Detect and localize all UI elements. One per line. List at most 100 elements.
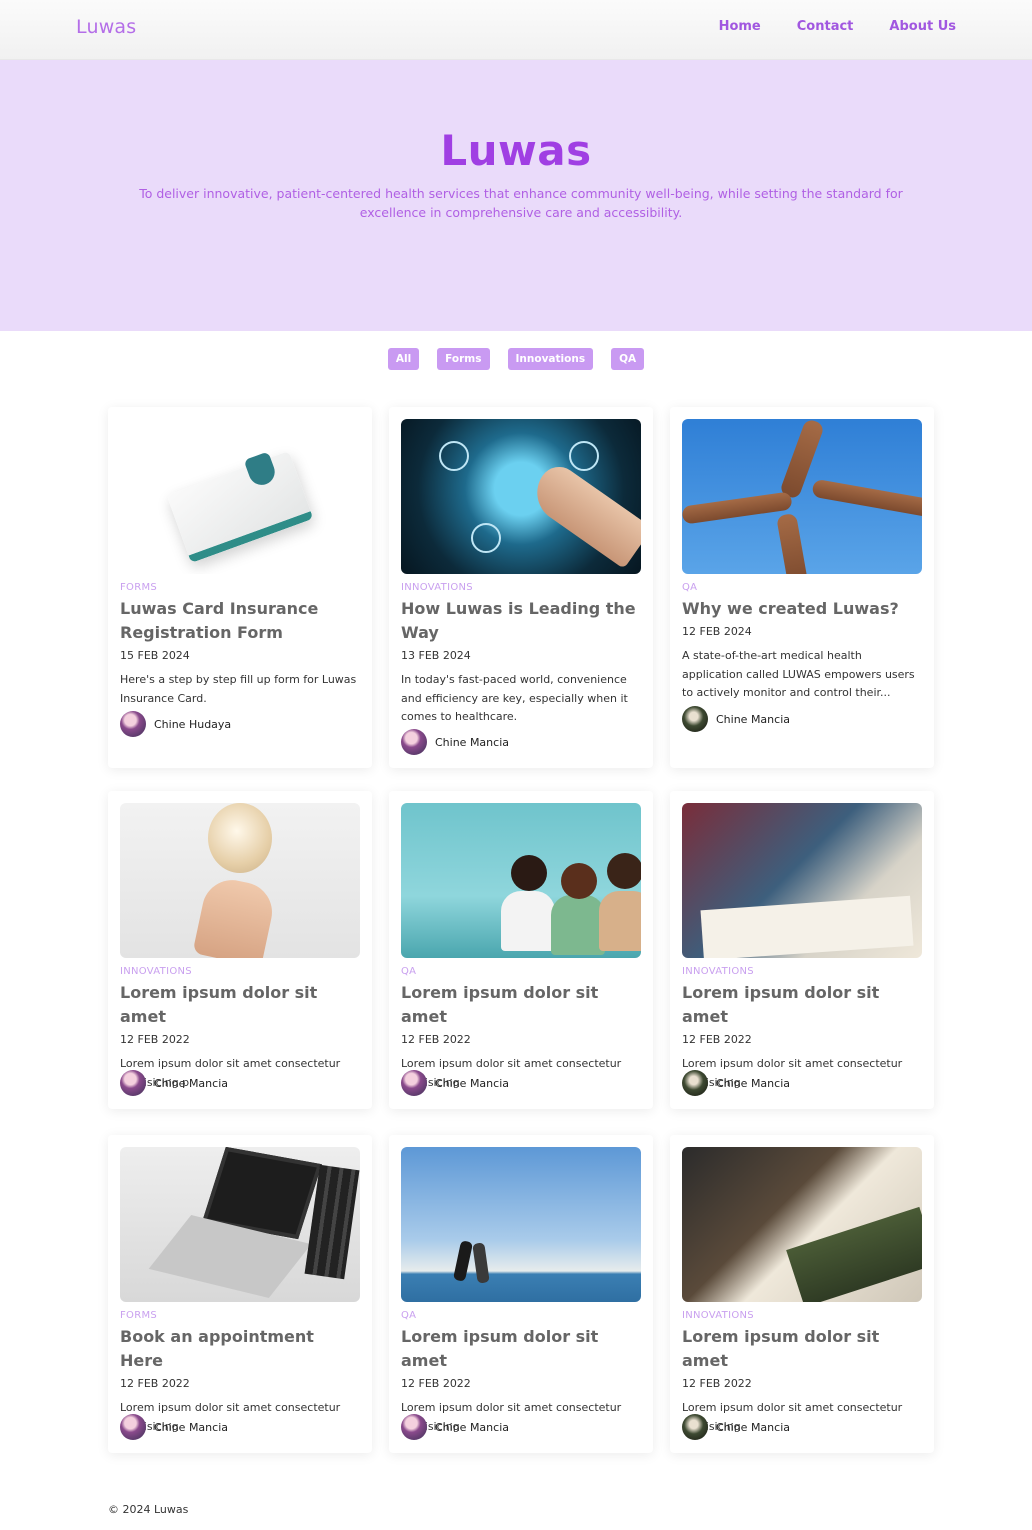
author-name: Chine Mancia: [154, 1420, 228, 1434]
post-card[interactable]: FORMS Book an appointment Here 12 FEB 20…: [108, 1135, 372, 1453]
post-author: Chine Mancia: [401, 1414, 509, 1440]
post-author: Chine Mancia: [120, 1070, 228, 1096]
post-category: QA: [682, 582, 698, 593]
nav-link-home[interactable]: Home: [719, 19, 761, 34]
post-card[interactable]: INNOVATIONS Lorem ipsum dolor sit amet 1…: [670, 791, 934, 1109]
women-laptop-image[interactable]: [401, 803, 641, 958]
post-card[interactable]: INNOVATIONS How Luwas is Leading the Way…: [389, 407, 653, 768]
filter-innovations-button[interactable]: Innovations: [507, 348, 594, 370]
post-card[interactable]: QA Lorem ipsum dolor sit amet 12 FEB 202…: [389, 791, 653, 1109]
beach-running-image[interactable]: [401, 1147, 641, 1302]
arm-graphic: [682, 491, 793, 525]
post-card[interactable]: FORMS Luwas Card Insurance Registration …: [108, 407, 372, 768]
post-title[interactable]: Why we created Luwas?: [682, 597, 922, 621]
post-category: FORMS: [120, 1310, 158, 1321]
circuit-board-image[interactable]: [682, 1147, 922, 1302]
post-title[interactable]: How Luwas is Leading the Way: [401, 597, 641, 645]
circuit-board-graphic: [786, 1206, 922, 1302]
post-category: QA: [401, 1310, 417, 1321]
avatar: [120, 1414, 146, 1440]
hero-subtitle: To deliver innovative, patient-centered …: [139, 186, 903, 220]
post-author: Chine Mancia: [682, 706, 790, 732]
runner-graphic: [472, 1242, 490, 1284]
avatar: [682, 1070, 708, 1096]
post-title[interactable]: Lorem ipsum dolor sit amet: [682, 981, 922, 1029]
hand-graphic: [192, 874, 278, 958]
card-graphic: [166, 450, 314, 564]
post-title[interactable]: Lorem ipsum dolor sit amet: [401, 1325, 641, 1373]
post-date: 12 FEB 2022: [120, 1033, 190, 1046]
bulb-graphic: [208, 803, 272, 873]
laptop-typing-image[interactable]: [120, 1147, 360, 1302]
hero-title: Luwas: [440, 126, 592, 175]
post-author: Chine Hudaya: [120, 711, 231, 737]
lock-icon: [569, 441, 599, 471]
brand-logo[interactable]: Luwas: [76, 16, 136, 38]
home-icon: [471, 523, 501, 553]
navbar: Luwas Home Contact About Us: [0, 0, 1032, 60]
post-date: 12 FEB 2022: [120, 1377, 190, 1390]
team-planning-image[interactable]: [682, 803, 922, 958]
author-name: Chine Mancia: [716, 1076, 790, 1090]
nav-link-contact[interactable]: Contact: [797, 19, 854, 34]
avatar: [682, 706, 708, 732]
post-excerpt: In today's fast-paced world, convenience…: [401, 673, 628, 723]
author-name: Chine Mancia: [435, 1420, 509, 1434]
lightbulb-image[interactable]: [120, 803, 360, 958]
author-name: Chine Mancia: [716, 1420, 790, 1434]
filter-forms-button[interactable]: Forms: [437, 348, 490, 370]
avatar: [401, 1414, 427, 1440]
fist-bump-sky-image[interactable]: [682, 419, 922, 574]
post-category: INNOVATIONS: [682, 1310, 754, 1321]
post-date: 13 FEB 2024: [401, 649, 471, 662]
author-name: Chine Hudaya: [154, 717, 232, 731]
post-card[interactable]: INNOVATIONS Lorem ipsum dolor sit amet 1…: [108, 791, 372, 1109]
avatar: [120, 711, 146, 737]
nav-link-about-us[interactable]: About Us: [889, 19, 956, 34]
paper-graphic: [700, 895, 914, 958]
author-name: Chine Mancia: [716, 712, 790, 726]
post-category: INNOVATIONS: [682, 966, 754, 977]
post-date: 15 FEB 2024: [120, 649, 190, 662]
post-title[interactable]: Lorem ipsum dolor sit amet: [401, 981, 641, 1029]
post-author: Chine Mancia: [401, 1070, 509, 1096]
person-graphic: [511, 855, 547, 891]
footer-copyright: © 2024 Luwas: [108, 1503, 189, 1516]
person-graphic: [561, 863, 597, 899]
nav-links: Home Contact About Us: [719, 19, 956, 34]
digital-globe-image[interactable]: [401, 419, 641, 574]
author-name: Chine Mancia: [435, 735, 509, 749]
category-filters: All Forms Innovations QA: [0, 348, 1032, 370]
post-date: 12 FEB 2024: [682, 625, 752, 638]
post-author: Chine Mancia: [401, 729, 509, 755]
post-date: 12 FEB 2022: [401, 1033, 471, 1046]
arm-graphic: [776, 512, 808, 574]
post-date: 12 FEB 2022: [401, 1377, 471, 1390]
post-card[interactable]: INNOVATIONS Lorem ipsum dolor sit amet 1…: [670, 1135, 934, 1453]
post-author: Chine Mancia: [682, 1414, 790, 1440]
runner-graphic: [452, 1240, 474, 1282]
author-name: Chine Mancia: [154, 1076, 228, 1090]
post-card[interactable]: QA Lorem ipsum dolor sit amet 12 FEB 202…: [389, 1135, 653, 1453]
post-grid: FORMS Luwas Card Insurance Registration …: [108, 407, 934, 1453]
post-author: Chine Mancia: [682, 1070, 790, 1096]
post-category: INNOVATIONS: [120, 966, 192, 977]
hero-banner: Luwas To deliver innovative, patient-cen…: [0, 60, 1032, 331]
post-date: 12 FEB 2022: [682, 1033, 752, 1046]
filter-all-button[interactable]: All: [387, 348, 420, 370]
person-graphic: [599, 891, 641, 951]
post-title[interactable]: Luwas Card Insurance Registration Form: [120, 597, 360, 645]
post-author: Chine Mancia: [120, 1414, 228, 1440]
post-excerpt: A state-of-the-art medical health applic…: [682, 649, 915, 699]
avatar: [120, 1070, 146, 1096]
avatar: [682, 1414, 708, 1440]
wifi-icon: [439, 441, 469, 471]
post-title[interactable]: Lorem ipsum dolor sit amet: [682, 1325, 922, 1373]
post-card[interactable]: QA Why we created Luwas? 12 FEB 2024 A s…: [670, 407, 934, 768]
filter-qa-button[interactable]: QA: [611, 348, 645, 370]
insurance-card-image[interactable]: [120, 419, 360, 574]
post-title[interactable]: Lorem ipsum dolor sit amet: [120, 981, 360, 1029]
post-category: FORMS: [120, 582, 158, 593]
post-title[interactable]: Book an appointment Here: [120, 1325, 360, 1373]
person-graphic: [607, 853, 641, 889]
